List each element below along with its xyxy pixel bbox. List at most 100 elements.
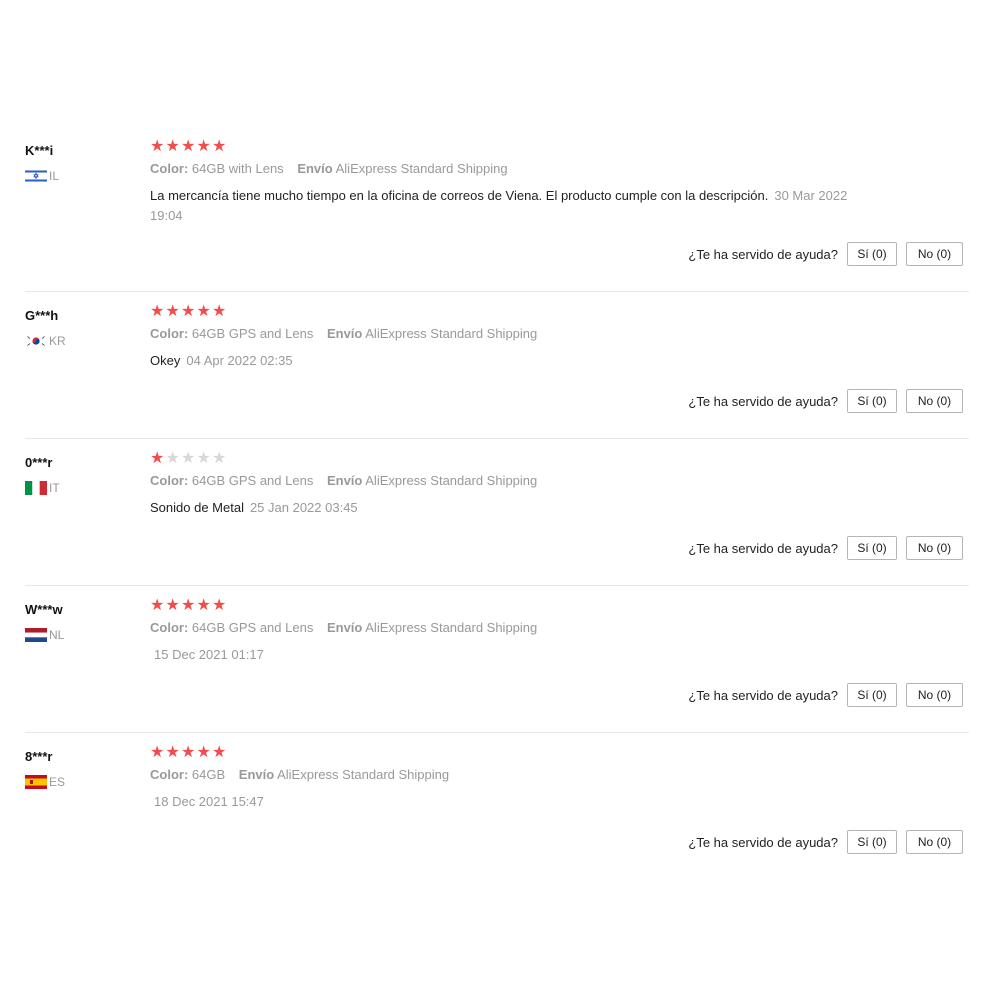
review-content: 15 Dec 2021 01:17 (150, 645, 870, 665)
country-code: NL (49, 628, 65, 642)
vote-yes-button[interactable]: Sí (0) (847, 683, 897, 707)
helpful-prompt: ¿Te ha servido de ayuda? (688, 246, 838, 262)
star-filled-icon: ★ (150, 303, 165, 320)
star-filled-icon: ★ (181, 597, 196, 614)
reviewer-name: K***i (25, 143, 54, 158)
review-meta: Color: 64GB GPS and Lens Envío AliExpres… (150, 326, 537, 341)
star-filled-icon: ★ (165, 138, 180, 155)
helpful-vote: ¿Te ha servido de ayuda? Sí (0) No (0) (688, 242, 963, 266)
country-code: ES (49, 775, 66, 789)
star-filled-icon: ★ (150, 744, 165, 761)
star-filled-icon: ★ (150, 138, 165, 155)
star-filled-icon: ★ (150, 450, 165, 467)
color-label: Color: (150, 767, 189, 782)
star-filled-icon: ★ (212, 597, 227, 614)
reviewer-name: G***h (25, 308, 59, 323)
shipping-value: AliExpress Standard Shipping (335, 161, 508, 176)
shipping-label: Envío (238, 767, 275, 782)
star-filled-icon: ★ (181, 744, 196, 761)
shipping-value: AliExpress Standard Shipping (365, 326, 538, 341)
shipping-label: Envío (326, 620, 363, 635)
italy-flag-icon (25, 481, 47, 495)
shipping-value: AliExpress Standard Shipping (365, 473, 538, 488)
netherlands-flag-icon (25, 628, 47, 642)
color-value: 64GB (191, 767, 226, 782)
review-divider (25, 438, 969, 439)
reviewer-name: W***w (25, 602, 63, 617)
review-date: 04 Apr 2022 02:35 (186, 353, 293, 368)
vote-no-button[interactable]: No (0) (906, 242, 963, 266)
vote-no-button[interactable]: No (0) (906, 830, 963, 854)
review-text: La mercancía tiene mucho tiempo en la of… (150, 188, 769, 203)
review-content: La mercancía tiene mucho tiempo en la of… (150, 186, 870, 226)
helpful-prompt: ¿Te ha servido de ayuda? (688, 687, 838, 703)
review-content: Sonido de Metal 25 Jan 2022 03:45 (150, 498, 870, 518)
color-label: Color: (150, 161, 189, 176)
country-code: KR (49, 334, 66, 348)
review-date: 18 Dec 2021 15:47 (154, 794, 264, 809)
review-meta: Color: 64GB Envío AliExpress Standard Sh… (150, 767, 449, 782)
review-divider (25, 291, 969, 292)
reviewer-name: 0***r (25, 455, 53, 470)
review-meta: Color: 64GB GPS and Lens Envío AliExpres… (150, 620, 537, 635)
color-label: Color: (150, 326, 189, 341)
star-filled-icon: ★ (181, 138, 196, 155)
star-filled-icon: ★ (181, 303, 196, 320)
review-divider (25, 585, 969, 586)
star-filled-icon: ★ (165, 303, 180, 320)
reviewer-name: 8***r (25, 749, 53, 764)
color-value: 64GB GPS and Lens (191, 326, 314, 341)
helpful-vote: ¿Te ha servido de ayuda? Sí (0) No (0) (688, 830, 963, 854)
israel-flag-icon (25, 169, 47, 183)
helpful-prompt: ¿Te ha servido de ayuda? (688, 834, 838, 850)
review-content: Okey 04 Apr 2022 02:35 (150, 351, 870, 371)
shipping-value: AliExpress Standard Shipping (365, 620, 538, 635)
star-filled-icon: ★ (196, 138, 211, 155)
star-rating: ★ ★ ★ ★ ★ (150, 138, 228, 156)
reviewer-country: KR (25, 334, 66, 348)
south-korea-flag-icon (25, 334, 47, 348)
color-value: 64GB GPS and Lens (191, 620, 314, 635)
country-code: IT (49, 481, 60, 495)
country-code: IL (49, 169, 60, 183)
star-filled-icon: ★ (212, 138, 227, 155)
helpful-vote: ¿Te ha servido de ayuda? Sí (0) No (0) (688, 683, 963, 707)
star-filled-icon: ★ (196, 744, 211, 761)
helpful-prompt: ¿Te ha servido de ayuda? (688, 540, 838, 556)
vote-no-button[interactable]: No (0) (906, 683, 963, 707)
reviewer-country: NL (25, 628, 64, 642)
review-content: 18 Dec 2021 15:47 (150, 792, 870, 812)
review-date: 25 Jan 2022 03:45 (249, 500, 358, 515)
review-date: 15 Dec 2021 01:17 (154, 647, 264, 662)
shipping-label: Envío (326, 326, 363, 341)
review-meta: Color: 64GB GPS and Lens Envío AliExpres… (150, 473, 537, 488)
reviewer-country: IL (25, 169, 59, 183)
star-rating: ★ ★ ★ ★ ★ (150, 744, 228, 762)
star-rating: ★ ★ ★ ★ ★ (150, 450, 228, 468)
star-empty-icon: ★ (212, 450, 227, 467)
color-label: Color: (150, 473, 189, 488)
vote-no-button[interactable]: No (0) (906, 389, 963, 413)
review-text: Sonido de Metal (150, 500, 244, 515)
vote-yes-button[interactable]: Sí (0) (847, 830, 897, 854)
star-filled-icon: ★ (212, 744, 227, 761)
color-value: 64GB with Lens (191, 161, 284, 176)
reviewer-country: ES (25, 775, 65, 789)
vote-yes-button[interactable]: Sí (0) (847, 389, 897, 413)
star-empty-icon: ★ (196, 450, 211, 467)
vote-yes-button[interactable]: Sí (0) (847, 536, 897, 560)
vote-no-button[interactable]: No (0) (906, 536, 963, 560)
review-meta: Color: 64GB with Lens Envío AliExpress S… (150, 161, 508, 176)
star-filled-icon: ★ (196, 303, 211, 320)
shipping-value: AliExpress Standard Shipping (277, 767, 450, 782)
vote-yes-button[interactable]: Sí (0) (847, 242, 897, 266)
shipping-label: Envío (326, 473, 363, 488)
star-filled-icon: ★ (165, 597, 180, 614)
spain-flag-icon (25, 775, 47, 789)
shipping-label: Envío (297, 161, 333, 176)
helpful-vote: ¿Te ha servido de ayuda? Sí (0) No (0) (688, 389, 963, 413)
review-divider (25, 732, 969, 733)
color-label: Color: (150, 620, 189, 635)
helpful-prompt: ¿Te ha servido de ayuda? (688, 393, 838, 409)
star-empty-icon: ★ (181, 450, 196, 467)
